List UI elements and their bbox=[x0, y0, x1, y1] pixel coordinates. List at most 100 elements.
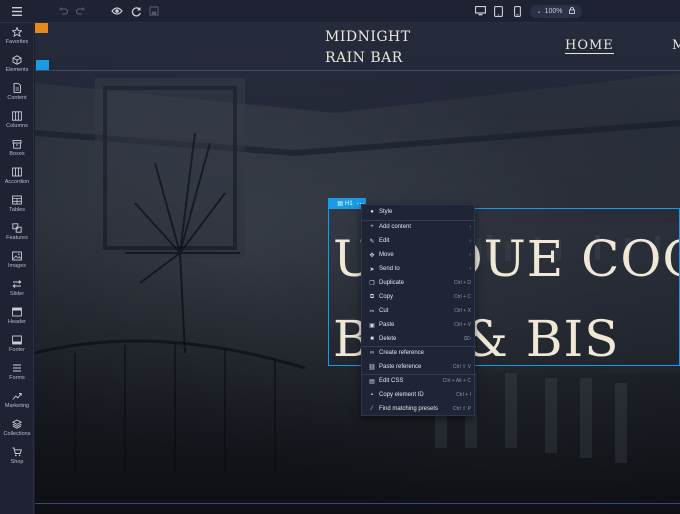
sidebar-item-images[interactable]: Images bbox=[0, 249, 34, 277]
heading-icon: ▤ bbox=[337, 201, 343, 207]
sidebar-item-slider[interactable]: Slider bbox=[0, 277, 34, 305]
sidebar-item-forms[interactable]: Forms bbox=[0, 361, 34, 389]
nav-link-next[interactable]: M bbox=[672, 38, 680, 53]
document-icon bbox=[13, 83, 21, 93]
table-icon bbox=[12, 195, 22, 205]
menu-item-create-reference[interactable]: ∞ Create reference bbox=[362, 346, 476, 360]
undo-icon[interactable] bbox=[55, 3, 71, 19]
save-icon[interactable] bbox=[146, 3, 162, 19]
redo-icon[interactable] bbox=[73, 3, 89, 19]
cube-icon bbox=[12, 55, 22, 65]
sidebar-item-elements[interactable]: Elements bbox=[0, 53, 34, 81]
sidebar-item-favorites[interactable]: Favorites bbox=[0, 25, 34, 53]
sidebar-item-label: Forms bbox=[9, 375, 25, 381]
sidebar-item-features[interactable]: Features bbox=[0, 221, 34, 249]
menu-item-delete[interactable]: ■ Delete ⌦ bbox=[362, 332, 476, 346]
logo-line2: RAIN BAR bbox=[325, 50, 403, 66]
scissors-icon: ✂ bbox=[369, 308, 375, 315]
header-divider bbox=[35, 70, 680, 71]
css-icon: ▤ bbox=[369, 378, 375, 385]
header-icon bbox=[12, 307, 22, 317]
menu-item-paste[interactable]: ▣ Paste Ctrl + V bbox=[362, 318, 476, 332]
sidebar-item-shop[interactable]: Shop bbox=[0, 445, 34, 473]
tablet-icon[interactable] bbox=[490, 3, 506, 19]
menu-item-style[interactable]: ● Style bbox=[362, 205, 476, 219]
sidebar-item-label: Boxes bbox=[9, 151, 25, 157]
columns-icon bbox=[12, 111, 22, 121]
pencil-icon: ✎ bbox=[369, 238, 375, 245]
sidebar-item-accordion[interactable]: Accordion bbox=[0, 165, 34, 193]
image-icon bbox=[12, 251, 22, 261]
zoom-control[interactable]: ⌄ 100% bbox=[530, 5, 582, 18]
hamburger-icon[interactable] bbox=[9, 3, 25, 19]
sidebar-item-label: Content bbox=[7, 95, 27, 101]
section-warning-tag[interactable] bbox=[35, 23, 48, 33]
menu-item-edit[interactable]: ✎ Edit › bbox=[362, 234, 476, 248]
desktop-icon[interactable] bbox=[472, 3, 488, 19]
paste-link-icon: ⛓ bbox=[368, 364, 376, 371]
send-icon: ➤ bbox=[369, 266, 375, 273]
copy-icon: ⧉ bbox=[369, 293, 375, 300]
trash-icon: ■ bbox=[370, 336, 374, 342]
eye-icon[interactable] bbox=[109, 3, 125, 19]
element-type-label: H1 bbox=[345, 200, 353, 207]
chart-icon bbox=[12, 393, 22, 400]
plus-icon: + bbox=[370, 224, 374, 230]
accordion-icon bbox=[12, 167, 22, 177]
star-icon bbox=[12, 27, 22, 37]
sidebar-item-tables[interactable]: Tables bbox=[0, 193, 34, 221]
sidebar-item-label: Features bbox=[6, 235, 28, 241]
section-handle-tag[interactable] bbox=[36, 60, 49, 70]
menu-item-add-content[interactable]: + Add content › bbox=[362, 220, 476, 234]
duplicate-icon: ❐ bbox=[369, 280, 375, 287]
chevron-down-icon: ⌄ bbox=[536, 9, 542, 15]
menu-item-paste-reference[interactable]: ⛓ Paste reference Ctrl ⇧ V bbox=[362, 360, 476, 374]
lock-icon[interactable] bbox=[569, 7, 576, 16]
menu-item-copy-element-id[interactable]: ▪ Copy element ID Ctrl + I bbox=[362, 388, 476, 402]
sidebar-item-label: Header bbox=[7, 319, 27, 325]
move-icon: ✥ bbox=[369, 252, 375, 259]
nav-link-home[interactable]: HOME bbox=[565, 38, 614, 54]
sidebar-item-label: Favorites bbox=[5, 39, 29, 45]
layers-icon bbox=[12, 419, 22, 429]
mobile-icon[interactable] bbox=[509, 3, 525, 19]
page-canvas[interactable]: MIDNIGHT RAIN BAR HOME M UNIQUE COC BAR … bbox=[35, 23, 680, 514]
sidebar-item-label: Shop bbox=[10, 459, 24, 465]
menu-item-cut[interactable]: ✂ Cut Ctrl + X bbox=[362, 304, 476, 318]
sidebar-item-label: Elements bbox=[5, 67, 29, 73]
sidebar-item-label: Tables bbox=[9, 207, 25, 213]
link-icon: ∞ bbox=[369, 350, 375, 356]
top-toolbar: ⌄ 100% bbox=[0, 0, 680, 23]
site-logo[interactable]: MIDNIGHT RAIN BAR bbox=[325, 27, 411, 69]
menu-item-edit-css[interactable]: ▤ Edit CSS Ctrl + Alt + C bbox=[362, 374, 476, 388]
menu-item-send-to[interactable]: ➤ Send to › bbox=[362, 262, 476, 276]
sidebar-item-header[interactable]: Header bbox=[0, 305, 34, 333]
wand-icon: ⁄ bbox=[371, 406, 373, 412]
slider-icon bbox=[12, 280, 22, 288]
footer-icon bbox=[12, 335, 22, 345]
id-icon: ▪ bbox=[370, 392, 374, 398]
features-icon bbox=[12, 223, 22, 233]
sidebar-item-label: Accordion bbox=[4, 179, 30, 185]
sidebar-item-boxes[interactable]: Boxes bbox=[0, 137, 34, 165]
menu-item-duplicate[interactable]: ❐ Duplicate Ctrl + D bbox=[362, 276, 476, 290]
forms-icon bbox=[13, 364, 21, 372]
sidebar-item-label: Marketing bbox=[4, 403, 30, 409]
box-icon bbox=[12, 140, 22, 149]
logo-line1: MIDNIGHT bbox=[325, 29, 411, 45]
cart-icon bbox=[12, 447, 22, 457]
sidebar-item-footer[interactable]: Footer bbox=[0, 333, 34, 361]
paste-icon: ▣ bbox=[369, 322, 375, 329]
sidebar-item-collections[interactable]: Collections bbox=[0, 417, 34, 445]
sidebar-item-label: Images bbox=[7, 263, 27, 269]
sidebar-item-content[interactable]: Content bbox=[0, 81, 34, 109]
menu-item-move[interactable]: ✥ Move › bbox=[362, 248, 476, 262]
sidebar-item-label: Columns bbox=[6, 123, 28, 129]
refresh-icon[interactable] bbox=[128, 3, 144, 19]
sidebar-item-columns[interactable]: Columns bbox=[0, 109, 34, 137]
sidebar-item-label: Slider bbox=[9, 291, 25, 297]
menu-item-copy[interactable]: ⧉ Copy Ctrl + C bbox=[362, 290, 476, 304]
sidebar-item-marketing[interactable]: Marketing bbox=[0, 389, 34, 417]
menu-item-find-matching-presets[interactable]: ⁄ Find matching presets Ctrl ⇧ P bbox=[362, 402, 476, 416]
sidebar-item-label: Footer bbox=[9, 347, 25, 353]
